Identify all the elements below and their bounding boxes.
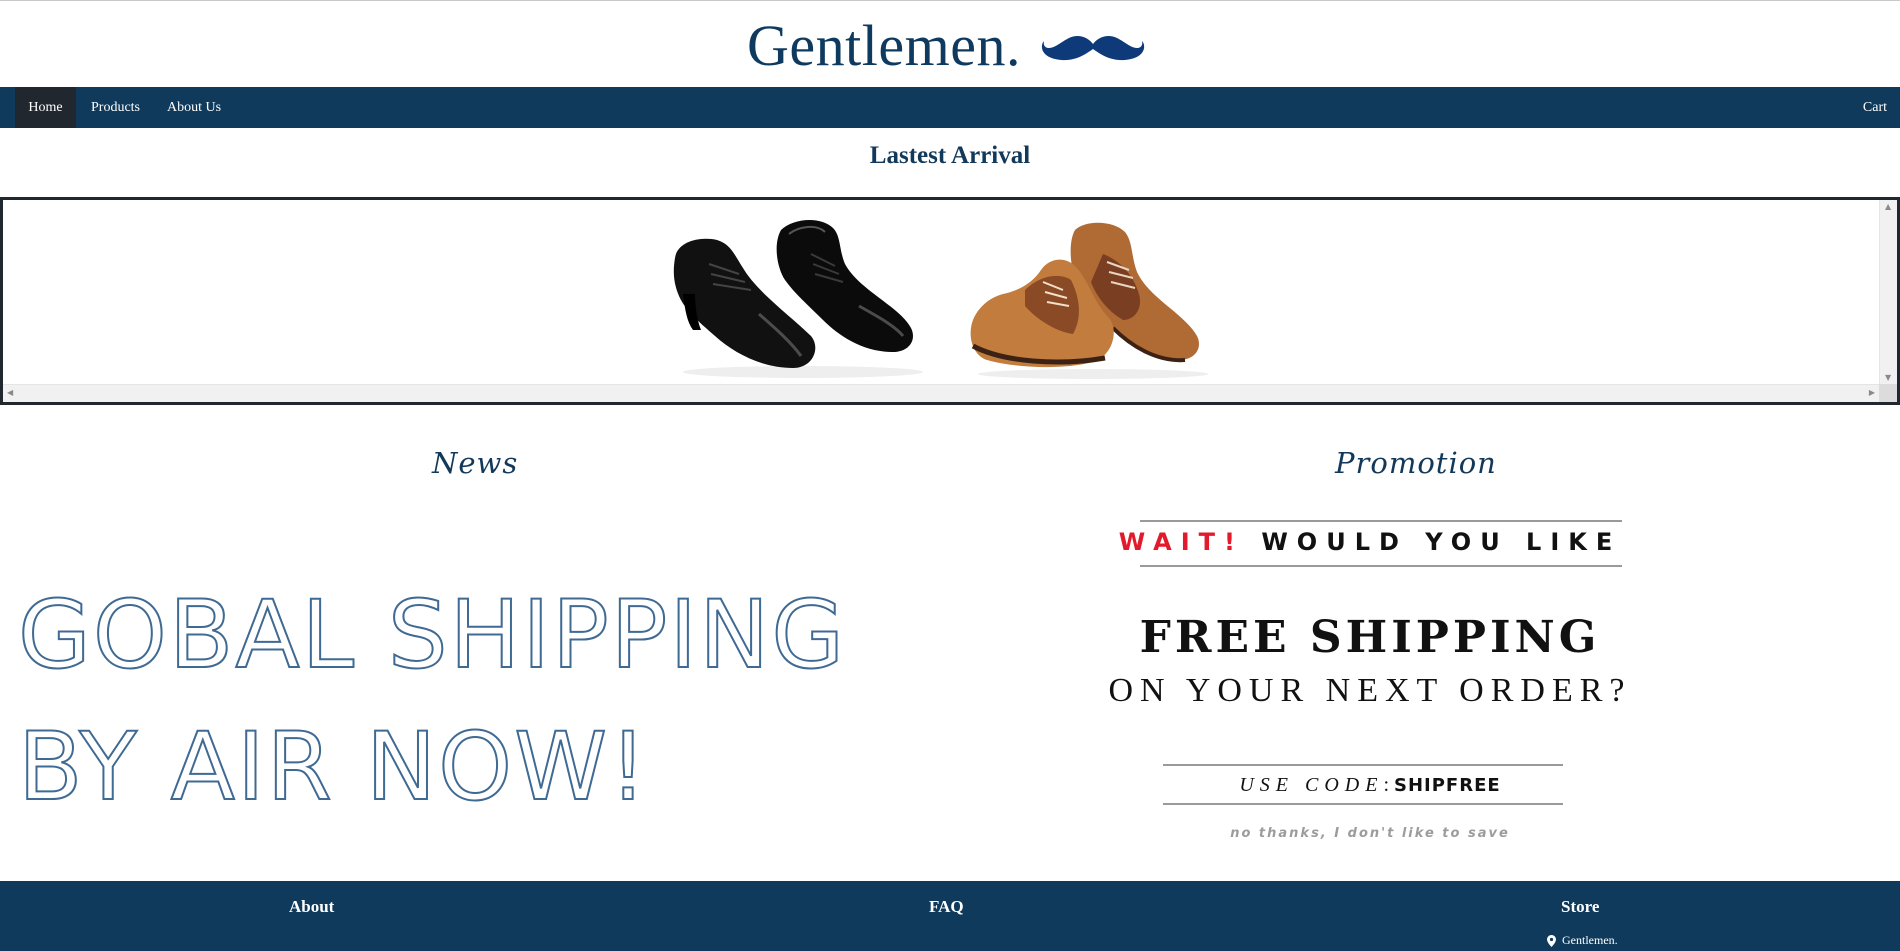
latest-arrival-carousel[interactable]: ▲ ▼ ◀ ▶ (0, 197, 1900, 405)
scrollbar-corner (1879, 384, 1897, 402)
footer-faq-heading: FAQ (929, 897, 964, 916)
promo-subline: ON YOUR NEXT ORDER? (1108, 672, 1632, 709)
news-banner[interactable]: GOBAL SHIPPING BY AIR NOW! (17, 570, 847, 834)
promo-code: SHIPFREE (1394, 775, 1501, 796)
carousel-vertical-scrollbar[interactable]: ▲ ▼ (1879, 200, 1897, 384)
scroll-down-icon[interactable]: ▼ (1885, 373, 1891, 382)
promo-wait-line: WAIT! WOULD YOU LIKE (1020, 528, 1720, 556)
scroll-up-icon[interactable]: ▲ (1885, 202, 1891, 211)
footer-store-name: Gentlemen. (1562, 933, 1618, 947)
promo-code-line: USE CODE: SHIPFREE (1239, 774, 1501, 796)
promo-divider (1140, 565, 1622, 567)
footer-store-heading: Store (1561, 897, 1600, 916)
promo-decline-link[interactable]: no thanks, I don't like to save (1020, 826, 1720, 841)
promo-would-you-like: WOULD YOU LIKE (1261, 528, 1622, 556)
news-title: News (432, 446, 519, 480)
brand-logo[interactable]: Gentlemen. (747, 17, 1145, 75)
footer-store-location[interactable]: Gentlemen. (1547, 933, 1618, 948)
mustache-icon (1041, 36, 1145, 61)
promo-headline: FREE SHIPPING (1139, 612, 1601, 663)
brand-title: Gentlemen. (747, 13, 1021, 78)
promotion-title: Promotion (1335, 446, 1497, 480)
promo-wait-word: WAIT! (1118, 528, 1244, 556)
map-pin-icon (1547, 934, 1556, 947)
promo-divider (1163, 803, 1563, 805)
top-divider (0, 0, 1900, 1)
nav-about-us[interactable]: About Us (153, 87, 235, 128)
latest-arrival-title: Lastest Arrival (869, 142, 1031, 169)
brown-saddle-shoes-image[interactable] (963, 216, 1218, 382)
promotion-banner[interactable]: WAIT! WOULD YOU LIKE FREE SHIPPING ON YO… (1020, 520, 1720, 850)
promo-code-label: USE CODE (1239, 774, 1384, 796)
site-footer: About FAQ Store Gentlemen. (0, 881, 1900, 951)
nav-cart[interactable]: Cart (1863, 87, 1887, 128)
nav-products[interactable]: Products (77, 87, 154, 128)
scroll-right-icon[interactable]: ▶ (1869, 388, 1875, 397)
main-navbar: Home Products About Us Cart (0, 87, 1900, 128)
carousel-viewport (3, 200, 1879, 384)
footer-about-heading: About (289, 897, 335, 916)
promo-divider (1163, 764, 1563, 766)
promo-divider (1140, 520, 1622, 522)
news-banner-line: BY AIR NOW! (17, 712, 649, 823)
scroll-left-icon[interactable]: ◀ (7, 388, 13, 397)
black-oxford-shoes-image[interactable] (663, 210, 938, 380)
site-header: Gentlemen. (0, 8, 1900, 84)
nav-home[interactable]: Home (15, 87, 76, 128)
news-banner-line: GOBAL SHIPPING (17, 580, 847, 691)
carousel-horizontal-scrollbar[interactable]: ◀ ▶ (3, 384, 1879, 402)
